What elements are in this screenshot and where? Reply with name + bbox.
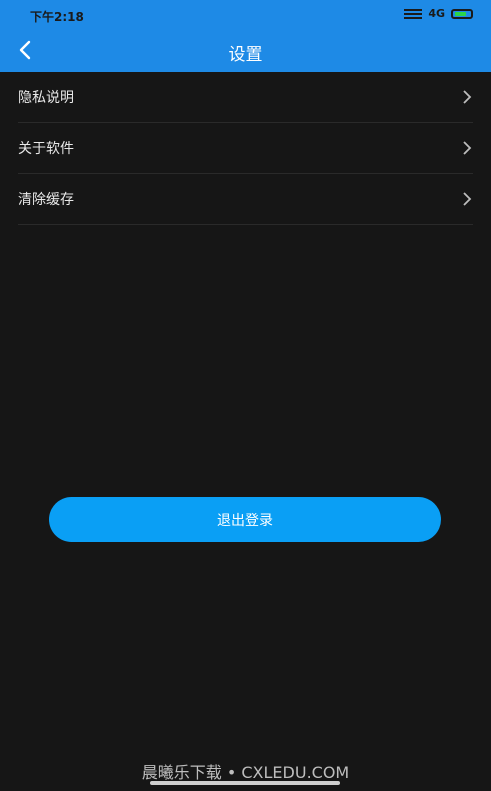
home-indicator[interactable] xyxy=(150,781,340,785)
page-title: 设置 xyxy=(228,45,263,65)
status-indicators: 4G xyxy=(404,7,473,20)
logout-button[interactable]: 退出登录 xyxy=(49,497,441,542)
menu-item-about[interactable]: 关于软件 xyxy=(18,123,473,174)
watermark-text: 晨曦乐下载 • CXLEDU.COM xyxy=(141,763,350,782)
chevron-right-icon xyxy=(463,90,472,104)
network-type: 4G xyxy=(428,7,445,20)
signal-icon xyxy=(404,8,423,19)
menu-item-label: 隐私说明 xyxy=(18,90,74,106)
status-time: 下午2:18 xyxy=(30,10,84,24)
menu-item-label: 清除缓存 xyxy=(18,192,74,208)
chevron-right-icon xyxy=(463,141,472,155)
app-header: 下午2:18 4G 设置 xyxy=(0,0,491,72)
battery-icon xyxy=(451,8,473,19)
chevron-right-icon xyxy=(463,192,472,206)
menu-item-label: 关于软件 xyxy=(18,141,74,157)
status-bar: 下午2:18 4G xyxy=(0,0,491,30)
settings-menu: 隐私说明 关于软件 清除缓存 xyxy=(0,72,491,225)
menu-item-privacy[interactable]: 隐私说明 xyxy=(18,72,473,123)
menu-item-clear-cache[interactable]: 清除缓存 xyxy=(18,174,473,225)
